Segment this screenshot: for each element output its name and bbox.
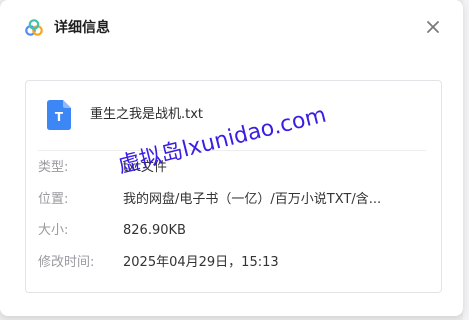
size-label: 大小: bbox=[38, 223, 69, 238]
details-dialog: 详细信息 T 重生之我是战机.txt 类型: txt文件 位置: 我的网盘/电子… bbox=[0, 0, 463, 316]
dialog-title: 详细信息 bbox=[54, 20, 110, 36]
size-value: 826.90KB bbox=[123, 223, 186, 238]
location-label: 位置: bbox=[38, 192, 69, 207]
modified-time-label: 修改时间: bbox=[38, 255, 95, 270]
location-value[interactable]: 我的网盘/电子书（一亿）/百万小说TXT/含... bbox=[123, 191, 381, 209]
dialog-header: 详细信息 bbox=[0, 0, 463, 54]
text-file-icon: T bbox=[47, 100, 71, 130]
background-app-strip bbox=[463, 0, 469, 320]
file-icon-letter: T bbox=[55, 110, 64, 124]
close-icon[interactable] bbox=[422, 16, 444, 38]
modified-time-value: 2025年04月29日，15:13 bbox=[123, 255, 279, 270]
type-label: 类型: bbox=[38, 160, 69, 175]
app-logo-icon bbox=[25, 19, 43, 36]
file-info-card: T 重生之我是战机.txt 类型: txt文件 位置: 我的网盘/电子书（一亿）… bbox=[25, 80, 442, 293]
file-name: 重生之我是战机.txt bbox=[90, 107, 204, 122]
